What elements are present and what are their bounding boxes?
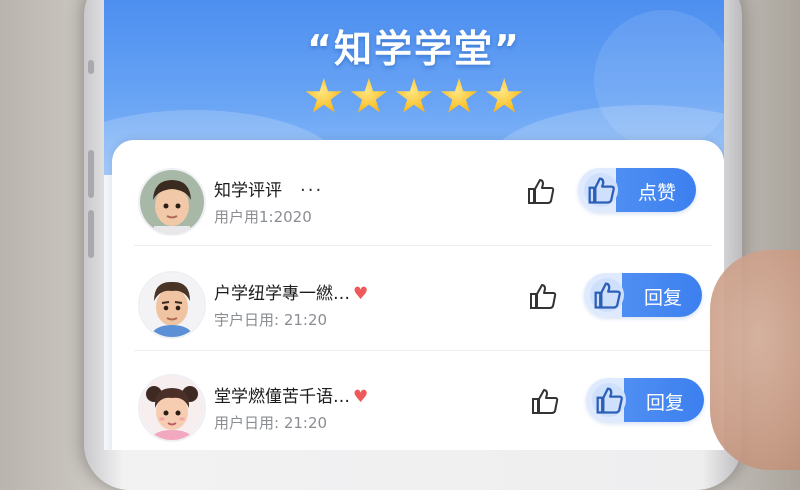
star-icon (305, 78, 343, 113)
like-icon[interactable] (526, 176, 556, 206)
reply-button-label: 回复 (643, 287, 682, 309)
phone-side-button (88, 150, 94, 198)
comment-item: 知学评评 ··· 用户用1:2020 点赞 (112, 140, 724, 245)
reply-button[interactable]: 回复 (586, 378, 704, 422)
phone-side-button (88, 60, 94, 74)
like-button-label: 点赞 (637, 182, 676, 204)
girl-avatar-icon[interactable] (138, 374, 206, 442)
comment-author: 户学纽学專一繎… ♥ (214, 279, 368, 304)
like-icon[interactable] (530, 386, 560, 416)
hand-finger (710, 250, 800, 470)
rating-stars (104, 78, 724, 120)
man-avatar-icon[interactable] (138, 271, 206, 339)
thumbs-up-icon (584, 173, 618, 207)
comment-timestamp: 用户用1:2020 (214, 208, 312, 226)
star-icon (485, 78, 523, 113)
comment-author-name: 知学评评 (214, 181, 282, 201)
thumbs-up-icon (592, 383, 626, 417)
app-screen: “知学学堂” 知学评评 ··· 用户用1:2020 点赞 户学纽学專一繎… ♥ … (104, 0, 724, 450)
comment-item: 户学纽学專一繎… ♥ 宇户日用: 21:20 回复 (112, 245, 724, 350)
heart-icon[interactable]: ♥ (353, 284, 368, 304)
star-icon (440, 78, 478, 113)
star-icon (395, 78, 433, 113)
star-icon (350, 78, 388, 113)
boy-avatar-icon[interactable] (138, 168, 206, 236)
heart-icon[interactable]: ♥ (353, 387, 368, 407)
comment-timestamp: 用户日用: 21:20 (214, 414, 328, 432)
comment-author-name: 堂学燃僮苦千语… (214, 387, 350, 407)
more-options-icon[interactable]: ··· (300, 180, 323, 201)
phone-side-button (88, 210, 94, 258)
reply-button[interactable]: 回复 (584, 273, 702, 317)
like-icon[interactable] (528, 281, 558, 311)
comment-author-name: 户学纽学專一繎… (214, 284, 350, 304)
like-button[interactable]: 点赞 (578, 168, 696, 212)
comment-timestamp: 宇户日用: 21:20 (214, 311, 328, 329)
page-title: “知学学堂” (307, 27, 521, 71)
comment-list: 知学评评 ··· 用户用1:2020 点赞 户学纽学專一繎… ♥ 宇户日用: 2… (112, 140, 724, 450)
thumbs-up-icon (590, 278, 624, 312)
reply-button-label: 回复 (645, 392, 684, 414)
comment-author: 堂学燃僮苦千语… ♥ (214, 382, 368, 407)
comment-author: 知学评评 ··· (214, 176, 323, 201)
comment-item: 堂学燃僮苦千语… ♥ 用户日用: 21:20 回复 (112, 350, 724, 450)
